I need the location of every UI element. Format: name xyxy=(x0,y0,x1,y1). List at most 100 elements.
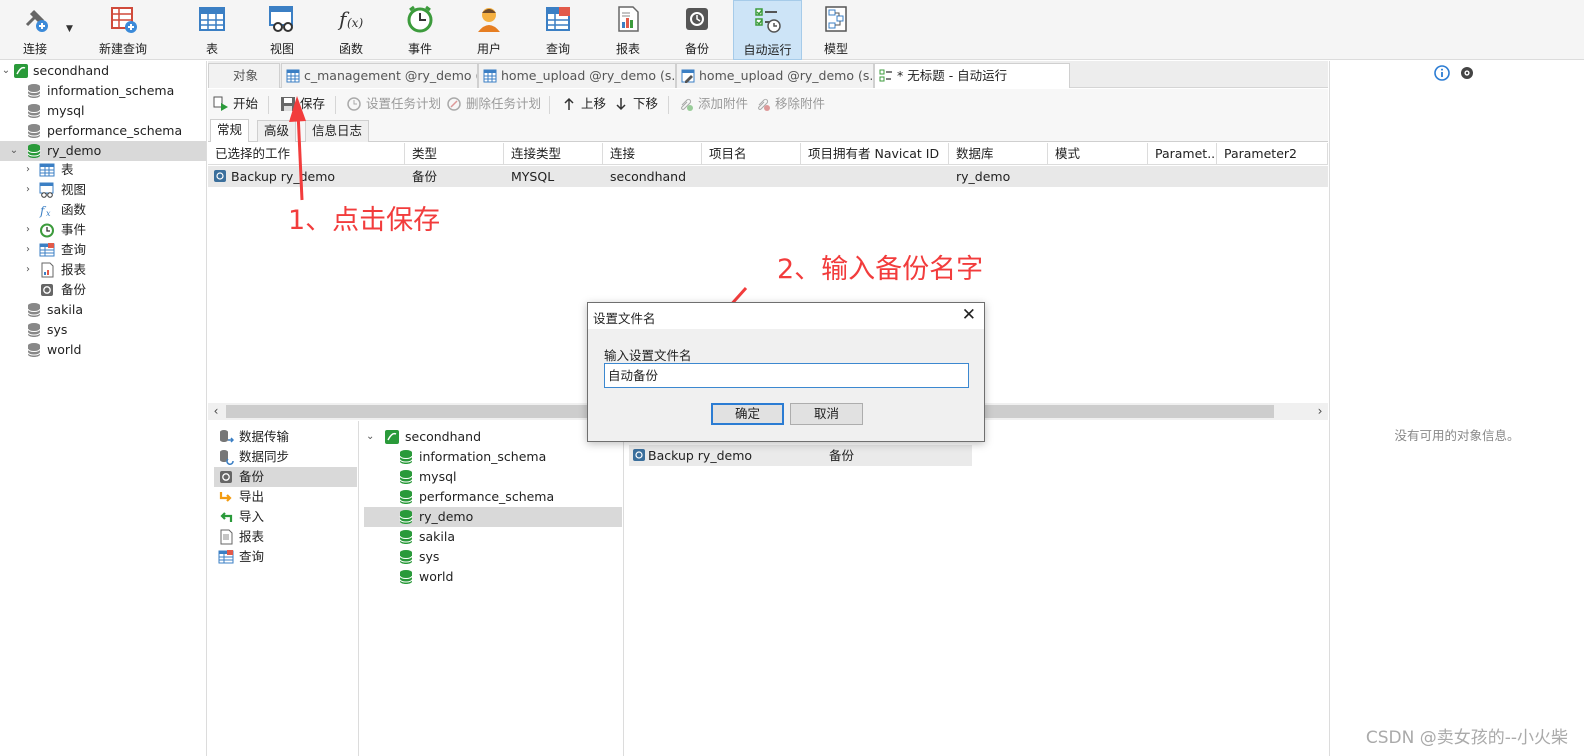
table-row[interactable]: Backup ry_demo 备份 MYSQL secondhand ry_de… xyxy=(208,166,1328,187)
eye-icon[interactable] xyxy=(1459,65,1475,81)
tree-item-db[interactable]: information_schema xyxy=(0,81,206,101)
info-icon[interactable] xyxy=(1434,65,1450,81)
chevron-down-icon[interactable]: ⌄ xyxy=(0,61,12,81)
tree-item-ry-demo[interactable]: ⌄ ry_demo xyxy=(0,141,206,161)
subtab-log[interactable]: 信息日志 xyxy=(305,120,370,142)
column-header[interactable]: 项目名 xyxy=(702,143,801,165)
job-type-data-sync[interactable]: 数据同步 xyxy=(214,447,357,467)
chevron-right-icon[interactable]: › xyxy=(22,220,34,240)
tree-item-queries[interactable]: › 查询 xyxy=(0,240,206,260)
chevron-down-icon[interactable]: ⌄ xyxy=(366,427,374,447)
tree-item-functions[interactable]: fx 函数 xyxy=(0,200,206,220)
new-query-button[interactable]: 新建查询 xyxy=(78,0,168,60)
tree-item-views[interactable]: › 视图 xyxy=(0,180,206,200)
automation-icon xyxy=(879,69,893,83)
chevron-right-icon[interactable]: › xyxy=(22,240,34,260)
tree-label: 查询 xyxy=(61,242,87,257)
chevron-right-icon[interactable]: › xyxy=(22,260,34,280)
connect-button[interactable]: 连接 xyxy=(3,0,67,60)
tree-item-db[interactable]: performance_schema xyxy=(364,487,622,507)
column-header[interactable]: 连接类型 xyxy=(504,143,603,165)
database-icon xyxy=(398,449,414,465)
tree-item-db[interactable]: mysql xyxy=(0,101,206,121)
tree-item-events[interactable]: › 事件 xyxy=(0,220,206,240)
no-info-text: 没有可用的对象信息。 xyxy=(1394,428,1520,443)
column-header[interactable]: 项目拥有者 Navicat ID xyxy=(801,143,949,165)
report-button[interactable]: 报表 xyxy=(596,0,660,60)
query-button[interactable]: 查询 xyxy=(526,0,590,60)
column-header[interactable]: 连接 xyxy=(603,143,702,165)
column-header[interactable]: Parameter2 xyxy=(1217,143,1328,165)
ok-button[interactable]: 确定 xyxy=(711,403,784,425)
tree-item-db[interactable]: sakila xyxy=(364,527,622,547)
table-icon xyxy=(198,5,226,33)
tree-item-db[interactable]: world xyxy=(364,567,622,587)
tree-item-ry-demo[interactable]: ry_demo xyxy=(364,507,622,527)
dialog-titlebar[interactable]: 设置文件名 ✕ xyxy=(588,303,984,329)
tree-item-db[interactable]: sys xyxy=(364,547,622,567)
delete-schedule-label: 删除任务计划 xyxy=(466,96,542,111)
tab-untitled-automation[interactable]: * 无标题 - 自动运行 xyxy=(874,63,1070,88)
chevron-right-icon[interactable]: › xyxy=(22,160,34,180)
job-type-backup[interactable]: 备份 xyxy=(214,467,357,487)
column-header[interactable]: 类型 xyxy=(405,143,504,165)
column-header[interactable]: Paramet... xyxy=(1148,143,1217,165)
tab-c-management[interactable]: c_management @ry_demo (... xyxy=(281,63,478,88)
job-source-tree: ⌄ secondhand information_schema mysql pe… xyxy=(360,421,624,756)
database-open-icon xyxy=(26,143,42,159)
function-label: 函数 xyxy=(338,42,363,56)
clock-icon xyxy=(406,5,434,33)
job-type-report[interactable]: 报表 xyxy=(214,527,357,547)
tree-item-reports[interactable]: › 报表 xyxy=(0,260,206,280)
subtab-general[interactable]: 常规 xyxy=(210,119,250,142)
filename-input[interactable]: 自动备份 xyxy=(604,363,969,388)
job-type-import[interactable]: 导入 xyxy=(214,507,357,527)
subtab-advanced[interactable]: 高级 xyxy=(257,120,297,142)
user-icon xyxy=(475,5,503,33)
tree-item-backups[interactable]: 备份 xyxy=(0,280,206,300)
cancel-button[interactable]: 取消 xyxy=(790,403,863,425)
tree-item-db[interactable]: mysql xyxy=(364,467,622,487)
list-item[interactable]: Backup ry_demo 备份 xyxy=(629,445,972,466)
tree-item-secondhand[interactable]: ⌄ secondhand xyxy=(364,427,622,447)
job-type-data-transfer[interactable]: 数据传输 xyxy=(214,427,357,447)
event-button[interactable]: 事件 xyxy=(388,0,452,60)
play-icon xyxy=(213,96,229,112)
user-button[interactable]: 用户 xyxy=(457,0,521,60)
table-button[interactable]: 表 xyxy=(180,0,244,60)
column-header[interactable]: 数据库 xyxy=(949,143,1048,165)
backup-button[interactable]: 备份 xyxy=(665,0,729,60)
database-icon xyxy=(398,509,414,525)
tab-objects[interactable]: 对象 xyxy=(208,63,280,88)
tree-item-secondhand[interactable]: ⌄ secondhand xyxy=(0,61,206,81)
model-button[interactable]: 模型 xyxy=(804,0,868,60)
column-header[interactable]: 已选择的工作 xyxy=(208,143,405,165)
job-type-query[interactable]: 查询 xyxy=(214,547,357,567)
tree-label: 表 xyxy=(61,162,74,177)
tree-label: 备份 xyxy=(61,282,87,297)
tree-item-tables[interactable]: › 表 xyxy=(0,160,206,180)
automation-button[interactable]: 自动运行 xyxy=(733,0,802,60)
automation-label: 自动运行 xyxy=(743,43,792,57)
mysql-connection-icon xyxy=(384,429,400,445)
close-icon[interactable]: ✕ xyxy=(962,305,976,325)
chevron-down-icon[interactable]: ⌄ xyxy=(8,141,20,161)
scroll-right-icon[interactable]: › xyxy=(1313,403,1327,420)
job-type-export[interactable]: 导出 xyxy=(214,487,357,507)
column-header[interactable]: 模式 xyxy=(1048,143,1148,165)
tree-item-db[interactable]: performance_schema xyxy=(0,121,206,141)
tree-item-db[interactable]: sys xyxy=(0,320,206,340)
tree-item-db[interactable]: information_schema xyxy=(364,447,622,467)
tree-item-db[interactable]: world xyxy=(0,340,206,360)
tab-home-upload-2[interactable]: home_upload @ry_demo (s... xyxy=(676,63,874,88)
scroll-left-icon[interactable]: ‹ xyxy=(209,403,223,420)
query-label: 查询 xyxy=(545,42,570,56)
separator xyxy=(335,96,336,114)
chevron-right-icon[interactable]: › xyxy=(22,180,34,200)
tree-label: mysql xyxy=(419,469,457,484)
tab-home-upload-1[interactable]: home_upload @ry_demo (s... xyxy=(478,63,676,88)
connect-dropdown-icon[interactable]: ▼ xyxy=(66,24,73,34)
tree-item-db[interactable]: sakila xyxy=(0,300,206,320)
view-button[interactable]: 视图 xyxy=(250,0,314,60)
function-button[interactable]: f (x) 函数 xyxy=(319,0,383,60)
